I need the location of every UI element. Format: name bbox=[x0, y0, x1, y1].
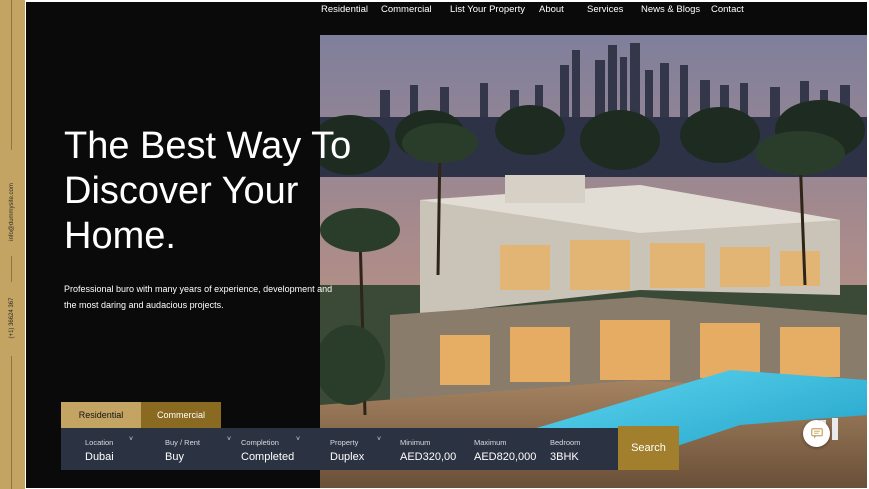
rail-divider bbox=[11, 0, 12, 150]
buy-rent-label: Buy / Rent bbox=[165, 438, 201, 447]
headline-line: Home. bbox=[64, 215, 176, 257]
property-select[interactable]: Property ˅ Duplex bbox=[330, 428, 390, 470]
completion-value: Completed bbox=[241, 451, 295, 463]
minimum-price-field[interactable]: Minimum AED320,00 bbox=[400, 428, 470, 470]
nav-residential[interactable]: Residential bbox=[321, 4, 368, 15]
tab-commercial[interactable]: Commercial bbox=[141, 402, 221, 428]
tab-residential[interactable]: Residential bbox=[61, 402, 141, 428]
headline-line: Discover Your bbox=[64, 170, 299, 212]
nav-commercial[interactable]: Commercial bbox=[381, 4, 432, 15]
bedroom-label: Bedroom bbox=[550, 438, 581, 447]
rail-divider bbox=[11, 356, 12, 489]
chevron-down-icon: ˅ bbox=[227, 436, 232, 443]
chevron-down-icon: ˅ bbox=[129, 436, 134, 443]
buy-rent-select[interactable]: Buy / Rent ˅ Buy bbox=[165, 428, 235, 470]
property-value: Duplex bbox=[330, 451, 365, 463]
rail-phone[interactable]: (+1) 36624 367 bbox=[0, 298, 25, 339]
page: info@dummysite.com (+1) 36624 367 Reside… bbox=[0, 0, 869, 489]
subtext-line: Professional buro with many years of exp… bbox=[64, 284, 333, 294]
maximum-label: Maximum bbox=[474, 438, 507, 447]
bedroom-value: 3BHK bbox=[550, 451, 579, 463]
nav-services[interactable]: Services bbox=[587, 4, 623, 15]
nav-list-your-property[interactable]: List Your Property bbox=[450, 4, 525, 15]
villa-image bbox=[320, 35, 867, 488]
buy-rent-value: Buy bbox=[165, 451, 184, 463]
search-button[interactable]: Search bbox=[618, 426, 679, 470]
chevron-down-icon: ˅ bbox=[377, 436, 382, 443]
subtext-line: the most daring and audacious projects. bbox=[64, 300, 224, 310]
hero-section: Residential Commercial List Your Propert… bbox=[26, 2, 867, 488]
minimum-value: AED320,00 bbox=[400, 451, 457, 463]
nav-news-blogs[interactable]: News & Blogs bbox=[641, 4, 700, 15]
property-label: Property bbox=[330, 438, 359, 447]
hero-subtext: Professional buro with many years of exp… bbox=[64, 281, 354, 313]
headline-line: The Best Way To bbox=[64, 125, 352, 167]
property-search-bar: Location ˅ Dubai Buy / Rent ˅ Buy Comple… bbox=[61, 428, 618, 470]
chat-button[interactable] bbox=[803, 420, 830, 447]
hero-headline: The Best Way To Discover Your Home. bbox=[64, 124, 404, 259]
chevron-down-icon: ˅ bbox=[296, 436, 301, 443]
nav-about[interactable]: About bbox=[539, 4, 564, 15]
contact-rail: info@dummysite.com (+1) 36624 367 bbox=[0, 0, 25, 489]
nav-contact[interactable]: Contact bbox=[711, 4, 744, 15]
location-select[interactable]: Location ˅ Dubai bbox=[85, 428, 155, 470]
chat-bubble-icon bbox=[810, 428, 823, 439]
completion-label: Completion bbox=[241, 438, 279, 447]
bedroom-select[interactable]: Bedroom 3BHK bbox=[550, 428, 610, 470]
location-label: Location bbox=[85, 438, 114, 447]
rail-email[interactable]: info@dummysite.com bbox=[0, 183, 25, 241]
location-value: Dubai bbox=[85, 451, 114, 463]
maximum-price-field[interactable]: Maximum AED820,000 bbox=[474, 428, 544, 470]
minimum-label: Minimum bbox=[400, 438, 431, 447]
maximum-value: AED820,000 bbox=[474, 451, 537, 463]
completion-select[interactable]: Completion ˅ Completed bbox=[241, 428, 321, 470]
